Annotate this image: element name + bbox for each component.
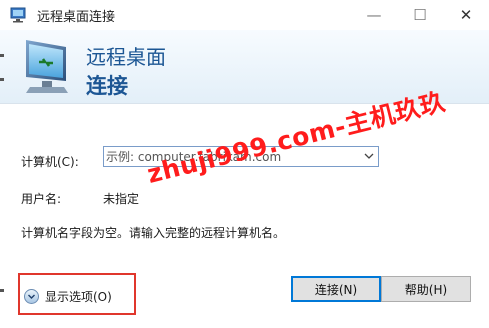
connect-button[interactable]: 连接(N): [291, 276, 381, 302]
remote-desktop-app-icon: [10, 7, 26, 23]
user-value: 未指定: [103, 192, 140, 206]
maximize-button[interactable]: ☐: [397, 0, 443, 30]
edge-artifact: [0, 289, 4, 292]
window-title: 远程桌面连接: [37, 10, 116, 25]
close-icon: ✕: [459, 6, 473, 24]
hint-text: 计算机名字段为空。请输入完整的远程计算机名。: [21, 226, 286, 240]
minimize-button[interactable]: —: [351, 0, 397, 30]
expand-down-icon: [24, 289, 39, 304]
show-options-toggle[interactable]: 显示选项(O): [24, 288, 112, 305]
computer-label: 计算机(C):: [21, 155, 79, 169]
edge-artifact: [0, 78, 4, 81]
user-label: 用户名:: [21, 192, 62, 206]
header-subtitle: 远程桌面: [86, 45, 166, 69]
minimize-icon: —: [366, 6, 382, 24]
chevron-down-icon[interactable]: [363, 150, 375, 162]
help-button[interactable]: 帮助(H): [381, 276, 471, 302]
show-options-label: 显示选项(O): [45, 290, 112, 304]
title-bar: 远程桌面连接 — ☐ ✕: [0, 0, 489, 30]
edge-artifact: [0, 54, 4, 57]
header-title: 连接: [86, 74, 128, 98]
close-button[interactable]: ✕: [443, 0, 489, 30]
maximize-icon: ☐: [413, 6, 427, 24]
remote-desktop-monitor-icon: [26, 40, 68, 93]
